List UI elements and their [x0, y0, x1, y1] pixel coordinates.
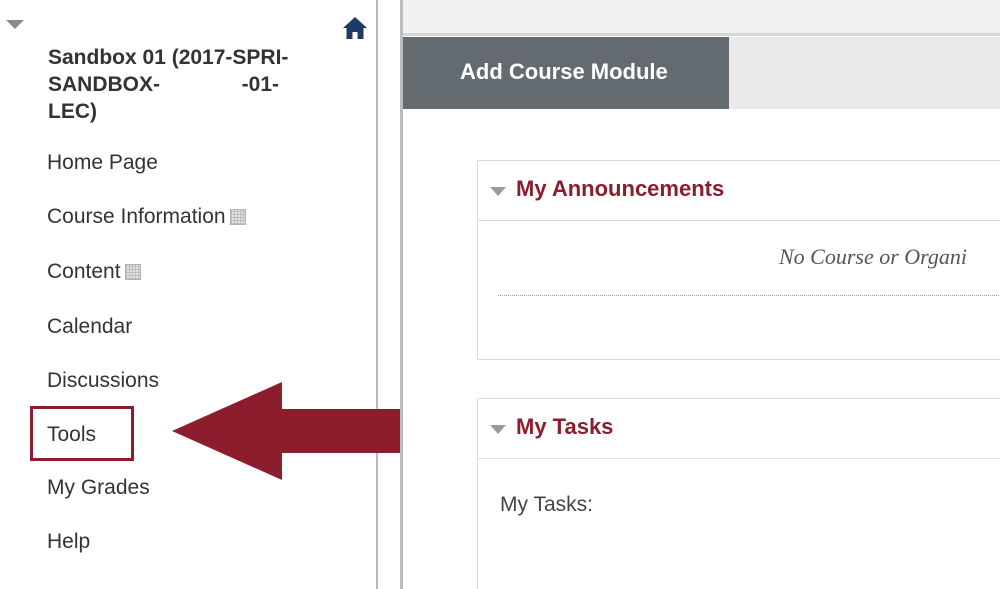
module-header: My Tasks — [478, 399, 1000, 459]
course-menu-sidebar: Sandbox 01 (2017-SPRI- SANDBOX- -01- LEC… — [0, 0, 378, 589]
collapse-module-icon[interactable] — [490, 425, 506, 434]
tasks-label: My Tasks: — [500, 493, 593, 516]
nav-item-my-grades[interactable]: My Grades — [47, 475, 150, 501]
nav-item-label: Help — [47, 530, 91, 553]
my-announcements-module: My Announcements No Course or Organi — [477, 160, 1000, 360]
main-top-strip — [402, 0, 1000, 36]
submenu-icon[interactable] — [229, 209, 246, 225]
no-announcements-message: No Course or Organi — [779, 244, 968, 269]
nav-item-label: My Grades — [47, 476, 150, 499]
nav-item-content[interactable]: Content — [47, 259, 141, 285]
nav-item-label: Course Information — [47, 205, 226, 228]
add-course-module-button[interactable]: Add Course Module — [403, 37, 729, 109]
module-title[interactable]: My Announcements — [516, 176, 724, 202]
nav-item-course-information[interactable]: Course Information — [47, 204, 246, 230]
nav-item-home-page[interactable]: Home Page — [47, 150, 158, 176]
nav-item-label: Home Page — [47, 151, 158, 174]
collapse-module-icon[interactable] — [490, 187, 506, 196]
divider — [498, 295, 1000, 296]
nav-item-calendar[interactable]: Calendar — [47, 314, 132, 340]
nav-item-label: Discussions — [47, 369, 160, 392]
course-nav-list: Home Page Course Information Content Cal… — [0, 0, 376, 589]
callout-arrow-icon — [172, 382, 402, 480]
my-tasks-module: My Tasks My Tasks: — [477, 398, 1000, 589]
module-title[interactable]: My Tasks — [516, 414, 613, 440]
nav-item-discussions[interactable]: Discussions — [47, 368, 159, 394]
nav-item-label: Calendar — [47, 315, 133, 338]
tools-highlight-box — [30, 406, 134, 461]
nav-item-label: Content — [47, 260, 121, 283]
submenu-icon[interactable] — [124, 264, 141, 280]
module-header: My Announcements — [478, 161, 1000, 221]
nav-item-help[interactable]: Help — [47, 529, 90, 555]
